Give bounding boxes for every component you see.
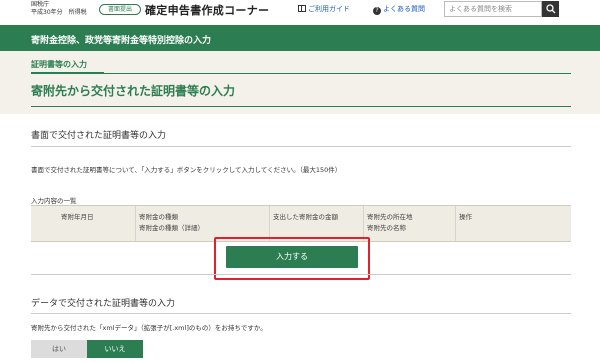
- page-title: 寄附先から交付された証明書等の入力: [31, 84, 236, 98]
- step-divider-accent: [31, 72, 104, 74]
- question-circle-icon: ?: [373, 7, 381, 15]
- col-donation-amount: 支出した寄附金の金額: [273, 213, 338, 221]
- step-label: 証明書等の入力: [31, 60, 87, 69]
- col-operation: 操作: [459, 213, 472, 221]
- step-divider: [31, 73, 571, 74]
- section-divider: [31, 274, 571, 275]
- band-title: 寄附金控除、政党等寄附金等特別控除の入力: [31, 36, 212, 46]
- paper-section-divider: [31, 146, 571, 147]
- col-separator: [135, 206, 136, 242]
- paper-section-description: 書面で交付された証明書等について、「入力する」ボタンをクリックして入力してくださ…: [31, 166, 342, 174]
- xml-data-no-button[interactable]: いいえ: [87, 340, 143, 358]
- app-title: 確定申告書作成コーナー: [145, 4, 270, 17]
- agency-name: 国税庁: [31, 1, 50, 8]
- faq-link-label: よくある質問: [383, 5, 425, 13]
- col-recipient-address-label: 寄附先の所在地: [367, 213, 413, 221]
- guide-link[interactable]: ご利用ガイド: [298, 4, 350, 14]
- top-header: 国税庁 平成30年分 所得税 書面提出 確定申告書作成コーナー ご利用ガイド ?…: [0, 0, 600, 25]
- faq-search-input[interactable]: [444, 1, 542, 17]
- heading-divider: [31, 106, 571, 107]
- xml-data-question: 寄附先から交付された「xmlデータ」（拡張子が[.xml]のもの）をお持ちですか…: [31, 324, 267, 332]
- input-certificate-button[interactable]: 入力する: [226, 246, 358, 268]
- entry-list-caption: 入力内容の一覧: [31, 197, 77, 205]
- search-button[interactable]: [542, 1, 559, 17]
- data-section-heading: データで交付された証明書等の入力: [31, 299, 176, 309]
- agency-label: 国税庁 平成30年分 所得税: [31, 1, 87, 16]
- guide-book-icon: [298, 5, 306, 12]
- col-recipient: 寄附先の所在地 寄附先の名称: [367, 212, 413, 234]
- search-icon: [546, 4, 556, 14]
- data-section-divider: [31, 313, 571, 314]
- submission-type-badge: 書面提出: [99, 4, 141, 15]
- tax-year-label: 平成30年分 所得税: [31, 9, 87, 16]
- col-donation-date: 寄附年月日: [61, 213, 94, 221]
- paper-section-heading: 書面で交付された証明書等の入力: [31, 131, 167, 141]
- section-band: 寄附金控除、政党等寄附金等特別控除の入力: [0, 25, 600, 51]
- col-separator: [455, 206, 456, 242]
- col-donation-type-detail-label: 寄附金の種類（詳細）: [139, 224, 204, 232]
- guide-link-label: ご利用ガイド: [308, 5, 350, 13]
- col-donation-type-label: 寄附金の種類: [139, 213, 178, 221]
- faq-link[interactable]: ? よくある質問: [373, 4, 425, 15]
- col-donation-type: 寄附金の種類 寄附金の種類（詳細）: [139, 212, 204, 234]
- xml-data-yes-button[interactable]: はい: [31, 340, 87, 358]
- col-recipient-name-label: 寄附先の名称: [367, 224, 406, 232]
